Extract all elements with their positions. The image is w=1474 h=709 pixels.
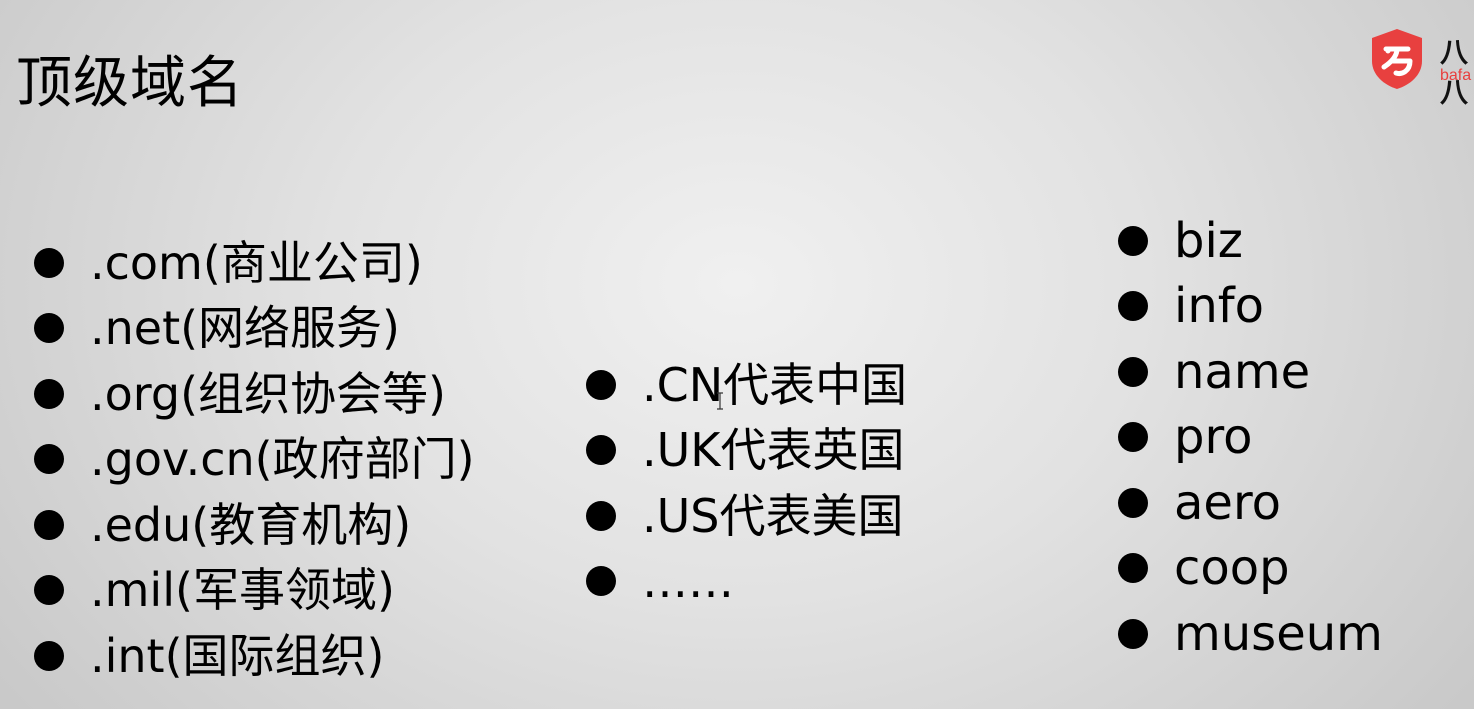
list-item-text: museum	[1174, 605, 1383, 662]
bullet-icon	[1118, 487, 1148, 518]
bullet-icon	[34, 444, 64, 475]
list-item-text: .com(商业公司)	[90, 235, 423, 290]
list-item: pro	[1118, 405, 1383, 471]
list-item-text: .int(国际组织)	[90, 628, 385, 683]
list-item-text: .edu(教育机构)	[90, 497, 412, 552]
text-cursor-icon	[717, 392, 723, 410]
bullet-icon	[1118, 225, 1148, 256]
bullet-icon	[34, 509, 64, 540]
bullet-icon	[34, 640, 64, 671]
list-item: coop	[1118, 536, 1383, 602]
list-item: .mil(军事领域)	[34, 558, 475, 624]
list-item-text: .UK代表英国	[642, 423, 905, 478]
list-item: .edu(教育机构)	[34, 492, 475, 558]
list-item-text: coop	[1174, 540, 1290, 597]
list-item-text: name	[1174, 343, 1311, 400]
list-item-text: .net(网络服务)	[90, 301, 401, 356]
list-item-text: info	[1174, 278, 1265, 335]
bullet-icon	[586, 500, 616, 531]
bullet-icon	[1118, 618, 1148, 649]
new-gtld-list: biz info name pro aero coop museum	[1118, 208, 1383, 667]
list-item-text: .org(组织协会等)	[90, 366, 446, 421]
bullet-icon	[34, 247, 64, 278]
general-domains-list: .com(商业公司) .net(网络服务) .org(组织协会等) .gov.c…	[34, 230, 475, 689]
list-item: .net(网络服务)	[34, 296, 475, 362]
list-item: aero	[1118, 470, 1383, 536]
list-item: museum	[1118, 601, 1383, 667]
bullet-icon	[586, 435, 616, 466]
list-item-text: pro	[1174, 409, 1253, 466]
bullet-icon	[1118, 356, 1148, 387]
bullet-icon	[1118, 553, 1148, 584]
list-item-text: .gov.cn(政府部门)	[90, 432, 475, 487]
brand-shield-icon	[1372, 29, 1422, 89]
list-item-text: ……	[642, 554, 734, 609]
brand-subtitle: bafa	[1440, 67, 1472, 84]
slide-title: 顶级域名	[16, 50, 244, 116]
list-item-text: .CN代表中国	[642, 357, 908, 412]
list-item: name	[1118, 339, 1383, 405]
bullet-icon	[586, 566, 616, 597]
list-item: .int(国际组织)	[34, 623, 475, 689]
list-item: .gov.cn(政府部门)	[34, 427, 475, 493]
bullet-icon	[1118, 291, 1148, 322]
bullet-icon	[34, 575, 64, 606]
list-item: biz	[1118, 208, 1383, 274]
list-item-text: aero	[1174, 474, 1281, 531]
list-item: info	[1118, 274, 1383, 340]
list-item: .CN代表中国	[586, 352, 907, 418]
bullet-icon	[34, 378, 64, 409]
list-item-text: .mil(军事领域)	[90, 563, 395, 618]
list-item-text: .US代表美国	[642, 488, 904, 543]
list-item: .com(商业公司)	[34, 230, 475, 296]
list-item: ……	[586, 549, 907, 615]
country-domains-list: .CN代表中国 .UK代表英国 .US代表美国 ……	[586, 352, 907, 614]
list-item: .org(组织协会等)	[34, 361, 475, 427]
bullet-icon	[34, 313, 64, 344]
brand-logo: 八八 bafa	[1368, 27, 1474, 108]
bullet-icon	[1118, 422, 1148, 453]
list-item: .US代表美国	[586, 483, 907, 549]
bullet-icon	[586, 369, 616, 400]
list-item-text: biz	[1174, 212, 1243, 269]
list-item: .UK代表英国	[586, 418, 907, 484]
